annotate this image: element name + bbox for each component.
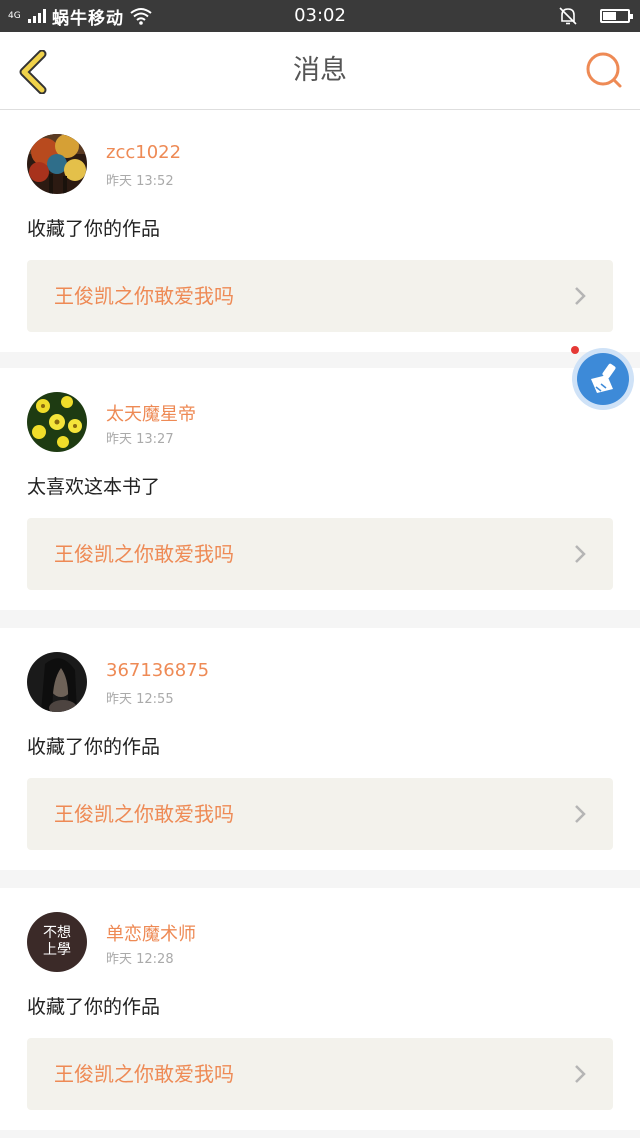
message-item: 367136875 昨天 12:55 收藏了你的作品 王俊凯之你敢爱我吗 xyxy=(0,628,640,870)
username[interactable]: 367136875 xyxy=(106,660,209,681)
username[interactable]: zcc1022 xyxy=(106,142,181,163)
message-time: 昨天 13:52 xyxy=(106,174,174,189)
avatar[interactable]: 不想 上學 xyxy=(27,912,87,972)
notification-dot xyxy=(571,346,579,354)
avatar-text-line: 上學 xyxy=(43,942,71,958)
work-title: 王俊凯之你敢爱我吗 xyxy=(54,802,234,826)
message-text: 收藏了你的作品 xyxy=(27,996,161,1018)
page-title: 消息 xyxy=(293,55,347,86)
work-card[interactable]: 王俊凯之你敢爱我吗 xyxy=(27,778,613,850)
username[interactable]: 单恋魔术师 xyxy=(106,920,196,946)
chevron-right-icon xyxy=(575,545,586,563)
chevron-right-icon xyxy=(575,1065,586,1083)
status-time: 03:02 xyxy=(294,5,346,26)
battery-icon xyxy=(600,9,633,23)
search-icon xyxy=(586,52,622,88)
username[interactable]: 太天魔星帝 xyxy=(106,400,196,426)
bell-muted-icon xyxy=(559,7,577,25)
floating-button-face xyxy=(577,353,629,405)
message-text: 太喜欢这本书了 xyxy=(27,476,161,498)
status-bar: 4G 蜗牛移动 03:02 xyxy=(0,0,640,32)
work-card[interactable]: 王俊凯之你敢爱我吗 xyxy=(27,1038,613,1110)
avatar-text-line: 不想 xyxy=(43,925,71,941)
message-text: 收藏了你的作品 xyxy=(27,736,161,758)
work-card[interactable]: 王俊凯之你敢爱我吗 xyxy=(27,518,613,590)
broom-icon xyxy=(591,363,616,393)
chevron-right-icon xyxy=(575,287,586,305)
message-time: 昨天 12:55 xyxy=(106,692,174,707)
message-time: 昨天 13:27 xyxy=(106,432,174,447)
avatar[interactable] xyxy=(27,392,87,452)
work-title: 王俊凯之你敢爱我吗 xyxy=(54,1062,234,1086)
message-time: 昨天 12:28 xyxy=(106,952,174,967)
chevron-right-icon xyxy=(575,805,586,823)
status-right xyxy=(558,0,633,32)
page-header: 消息 xyxy=(0,32,640,110)
work-card[interactable]: 王俊凯之你敢爱我吗 xyxy=(27,260,613,332)
search-button[interactable] xyxy=(584,50,626,92)
battery-level xyxy=(603,12,617,20)
avatar[interactable] xyxy=(27,134,87,194)
message-item: zcc1022 昨天 13:52 收藏了你的作品 王俊凯之你敢爱我吗 xyxy=(0,110,640,352)
work-title: 王俊凯之你敢爱我吗 xyxy=(54,542,234,566)
message-text: 收藏了你的作品 xyxy=(27,218,161,240)
floating-clean-button[interactable] xyxy=(572,348,634,410)
work-title: 王俊凯之你敢爱我吗 xyxy=(54,284,234,308)
avatar[interactable] xyxy=(27,652,87,712)
message-item: 太天魔星帝 昨天 13:27 太喜欢这本书了 王俊凯之你敢爱我吗 xyxy=(0,368,640,610)
message-item: 不想 上學 单恋魔术师 昨天 12:28 收藏了你的作品 王俊凯之你敢爱我吗 xyxy=(0,888,640,1130)
